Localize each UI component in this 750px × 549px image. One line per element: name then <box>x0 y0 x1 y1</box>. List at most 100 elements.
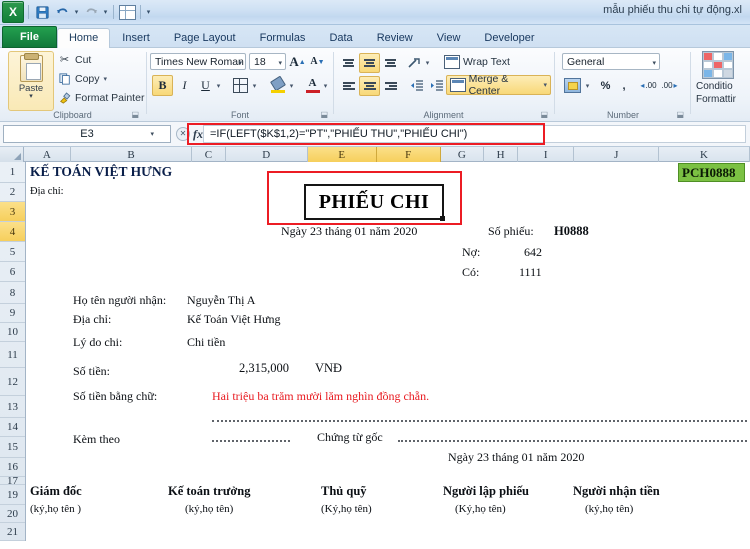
column-header-d[interactable]: D <box>226 147 308 162</box>
excel-logo-icon[interactable]: X <box>2 1 24 23</box>
column-header-i[interactable]: I <box>518 147 575 162</box>
undo-dropdown-icon[interactable]: ▾ <box>73 8 80 16</box>
font-size-input[interactable]: 18 ▾ <box>249 53 286 70</box>
cell-voucher-title[interactable]: PHIẾU CHI <box>304 184 445 221</box>
align-center-button[interactable] <box>359 76 380 96</box>
tab-formulas[interactable]: Formulas <box>248 28 318 48</box>
sheet-area[interactable]: KẾ TOÁN VIỆT HƯNG Địa chỉ: PCH0888 PHIẾU… <box>27 162 750 549</box>
cell-signature-sub-1[interactable]: (ký,họ tên ) <box>30 503 81 515</box>
column-header-a[interactable]: A <box>24 147 72 162</box>
cell-amount-words-label[interactable]: Số tiền bằng chữ: <box>73 389 157 404</box>
tab-file[interactable]: File <box>2 26 57 48</box>
name-box[interactable]: E3 ▾ <box>3 125 171 143</box>
fill-color-icon[interactable] <box>267 75 288 96</box>
copy-button[interactable]: Copy ▾ <box>58 72 107 85</box>
column-header-b[interactable]: B <box>71 147 193 162</box>
row-header-14[interactable]: 14 <box>0 418 25 437</box>
cell-amount-currency[interactable]: VNĐ <box>315 361 342 376</box>
cell-signature-sub-3[interactable]: (Ký,họ tên) <box>321 503 372 515</box>
row-header-2[interactable]: 2 <box>0 183 25 202</box>
row-header-19[interactable]: 19 <box>0 485 25 505</box>
row-header-1[interactable]: 1 <box>0 162 25 183</box>
conditional-formatting-icon[interactable] <box>702 51 734 79</box>
column-header-g[interactable]: G <box>441 147 485 162</box>
name-box-dropdown-icon[interactable]: ▾ <box>150 130 154 138</box>
column-header-e[interactable]: E <box>307 147 377 162</box>
italic-button[interactable]: I <box>174 75 195 96</box>
cut-button[interactable]: ✂ Cut <box>58 53 91 67</box>
copy-dropdown-icon[interactable]: ▾ <box>104 75 108 83</box>
accounting-format-icon[interactable] <box>562 75 583 96</box>
cell-date-bottom[interactable]: Ngày 23 tháng 01 năm 2020 <box>448 450 584 465</box>
tab-developer[interactable]: Developer <box>472 28 546 48</box>
row-header-10[interactable]: 10 <box>0 323 25 342</box>
orientation-icon[interactable] <box>406 53 422 73</box>
tab-review[interactable]: Review <box>365 28 425 48</box>
cell-signature-title-3[interactable]: Thủ quỹ <box>321 484 367 499</box>
tab-home[interactable]: Home <box>56 28 111 48</box>
tab-page-layout[interactable]: Page Layout <box>162 28 248 48</box>
cell-attachment-label[interactable]: Kèm theo <box>73 432 120 447</box>
save-icon[interactable] <box>33 3 51 21</box>
column-header-h[interactable]: H <box>484 147 518 162</box>
percent-style-button[interactable]: % <box>596 75 615 96</box>
merge-center-button[interactable]: Merge & Center ▾ <box>446 73 551 97</box>
align-middle-button[interactable] <box>359 53 380 73</box>
cell-signature-sub-4[interactable]: (Ký,họ tên) <box>455 503 506 515</box>
cell-signature-sub-2[interactable]: (ký,họ tên) <box>185 503 233 515</box>
shrink-font-icon[interactable]: A ▼ <box>309 53 326 70</box>
increase-indent-icon[interactable] <box>426 76 447 96</box>
row-header-21[interactable]: 21 <box>0 523 25 541</box>
cell-amount-value[interactable]: 2,315,000 <box>239 361 289 376</box>
align-left-button[interactable] <box>338 76 359 96</box>
select-all-corner[interactable] <box>0 147 24 162</box>
accounting-dropdown-icon[interactable]: ▾ <box>582 75 593 96</box>
row-header-5[interactable]: 5 <box>0 242 25 262</box>
cell-address-top[interactable]: Địa chỉ: <box>30 186 64 197</box>
cell-voucher-no-label[interactable]: Số phiếu: <box>488 224 534 239</box>
font-size-dropdown-icon[interactable]: ▾ <box>278 59 282 67</box>
column-header-k[interactable]: K <box>659 147 750 162</box>
row-header-9[interactable]: 9 <box>0 304 25 323</box>
cell-amount-label[interactable]: Số tiền: <box>73 364 110 379</box>
format-painter-button[interactable]: Format Painter <box>58 91 144 104</box>
row-header-4[interactable]: 4 <box>0 222 25 242</box>
decrease-decimal-button[interactable]: .00 ▸ <box>659 75 680 96</box>
borders-icon[interactable] <box>230 75 251 96</box>
decrease-indent-icon[interactable] <box>406 76 427 96</box>
tab-view[interactable]: View <box>425 28 473 48</box>
cell-credit-label[interactable]: Có: <box>462 265 479 280</box>
cell-signature-sub-5[interactable]: (ký,họ tên) <box>585 503 633 515</box>
table-icon[interactable] <box>118 3 136 21</box>
undo-icon[interactable] <box>53 3 71 21</box>
row-header-17[interactable]: 17 <box>0 475 25 487</box>
cell-company-name[interactable]: KẾ TOÁN VIỆT HƯNG <box>30 164 172 180</box>
orientation-dropdown-icon[interactable]: ▾ <box>422 53 433 73</box>
align-top-button[interactable] <box>338 53 359 73</box>
cell-debit-value[interactable]: 642 <box>524 245 542 260</box>
comma-style-button[interactable]: , <box>616 75 632 96</box>
fill-color-dropdown-icon[interactable]: ▾ <box>286 75 297 96</box>
tab-insert[interactable]: Insert <box>110 28 162 48</box>
redo-icon[interactable] <box>82 3 100 21</box>
cell-debit-label[interactable]: Nợ: <box>462 245 480 260</box>
cell-k1-voucher-code[interactable]: PCH0888 <box>678 163 745 182</box>
grow-font-icon[interactable]: A ▲ <box>289 53 306 70</box>
font-name-dropdown-icon[interactable]: ▾ <box>238 59 242 67</box>
cell-address-label[interactable]: Địa chỉ: <box>73 312 111 327</box>
row-header-12[interactable]: 12 <box>0 368 25 396</box>
wrap-text-button[interactable]: Wrap Text <box>440 52 514 72</box>
row-header-20[interactable]: 20 <box>0 505 25 523</box>
column-header-f[interactable]: F <box>376 147 441 162</box>
paste-dropdown-icon[interactable]: ▾ <box>29 93 33 100</box>
cell-signature-title-2[interactable]: Kế toán trưởng <box>168 484 250 499</box>
row-header-8[interactable]: 8 <box>0 282 25 304</box>
cell-reason-value[interactable]: Chi tiền <box>187 335 225 350</box>
bold-button[interactable]: B <box>152 75 173 96</box>
row-header-3[interactable]: 3 <box>0 202 25 222</box>
cell-amount-words-value[interactable]: Hai triệu ba trăm mười lăm nghìn đồng ch… <box>212 389 429 404</box>
increase-decimal-button[interactable]: ◂ .00 <box>638 75 659 96</box>
cell-address-value[interactable]: Kế Toán Việt Hưng <box>187 312 281 327</box>
clipboard-dialog-launcher-icon[interactable]: ⬓ <box>131 110 139 119</box>
cell-signature-title-5[interactable]: Người nhận tiền <box>573 484 660 499</box>
